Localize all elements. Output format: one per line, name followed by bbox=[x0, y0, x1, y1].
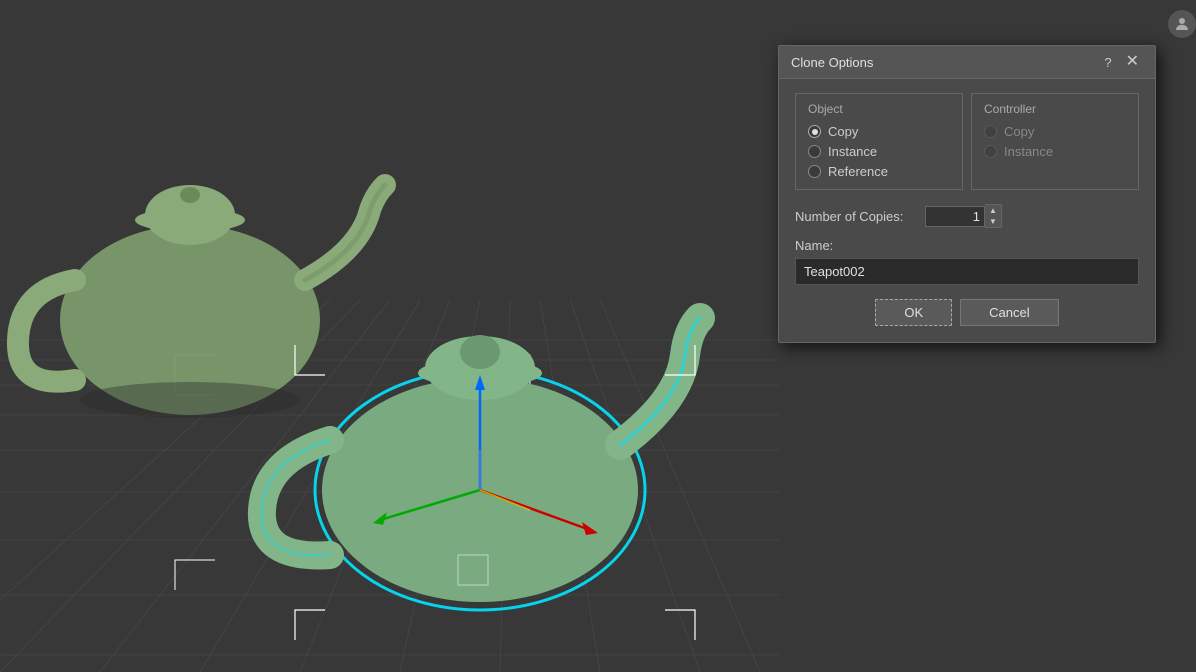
controller-instance-radio bbox=[984, 145, 997, 158]
controller-copy-label: Copy bbox=[1004, 124, 1034, 139]
controller-radio-group: Copy Instance bbox=[984, 124, 1126, 159]
controller-instance-option: Instance bbox=[984, 144, 1126, 159]
object-reference-label: Reference bbox=[828, 164, 888, 179]
close-button[interactable]: ✕ bbox=[1122, 54, 1143, 70]
number-of-copies-row: Number of Copies: ▲ ▼ bbox=[795, 204, 1139, 228]
controller-copy-radio bbox=[984, 125, 997, 138]
object-copy-radio[interactable] bbox=[808, 125, 821, 138]
clone-options-dialog: Clone Options ? ✕ Object Copy bbox=[778, 45, 1156, 343]
controller-instance-label: Instance bbox=[1004, 144, 1053, 159]
number-of-copies-input[interactable] bbox=[925, 206, 985, 227]
object-section: Object Copy Instance bbox=[795, 93, 963, 190]
dialog-buttons: OK Cancel bbox=[795, 299, 1139, 326]
dialog-titlebar: Clone Options ? ✕ bbox=[779, 46, 1155, 79]
object-instance-label: Instance bbox=[828, 144, 877, 159]
object-reference-option[interactable]: Reference bbox=[808, 164, 950, 179]
controller-section: Controller Copy Instance bbox=[971, 93, 1139, 190]
object-instance-radio[interactable] bbox=[808, 145, 821, 158]
dialog-body: Object Copy Instance bbox=[779, 79, 1155, 342]
controller-section-label: Controller bbox=[984, 102, 1126, 116]
dialog-controls: ? ✕ bbox=[1100, 54, 1143, 70]
sections-row: Object Copy Instance bbox=[795, 93, 1139, 190]
object-instance-option[interactable]: Instance bbox=[808, 144, 950, 159]
spinner-up-button[interactable]: ▲ bbox=[985, 205, 1001, 216]
object-copy-option[interactable]: Copy bbox=[808, 124, 950, 139]
object-radio-group: Copy Instance Reference bbox=[808, 124, 950, 179]
cancel-button[interactable]: Cancel bbox=[960, 299, 1058, 326]
object-section-label: Object bbox=[808, 102, 950, 116]
number-of-copies-label: Number of Copies: bbox=[795, 209, 925, 224]
object-reference-radio[interactable] bbox=[808, 165, 821, 178]
dialog-title: Clone Options bbox=[791, 55, 873, 70]
spinner-wrapper: ▲ ▼ bbox=[925, 204, 1002, 228]
spinner-down-button[interactable]: ▼ bbox=[985, 216, 1001, 227]
help-button[interactable]: ? bbox=[1100, 55, 1115, 70]
ok-button[interactable]: OK bbox=[875, 299, 952, 326]
name-input[interactable] bbox=[795, 258, 1139, 285]
user-icon[interactable] bbox=[1168, 10, 1196, 38]
name-label: Name: bbox=[795, 238, 1139, 253]
controller-copy-option: Copy bbox=[984, 124, 1126, 139]
spinner-arrows: ▲ ▼ bbox=[985, 204, 1002, 228]
object-copy-label: Copy bbox=[828, 124, 858, 139]
